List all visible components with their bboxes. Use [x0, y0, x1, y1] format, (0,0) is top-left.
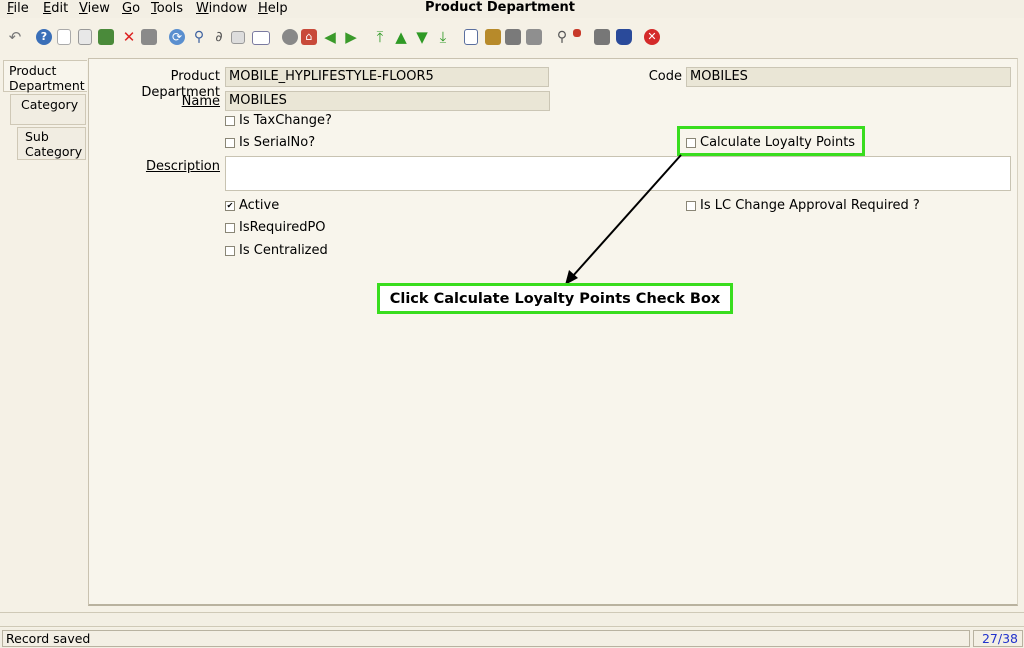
status-message: Record saved	[2, 630, 970, 647]
record-counter[interactable]: 27/38	[973, 630, 1023, 647]
horizontal-strip	[0, 612, 1024, 627]
annotation-arrow-line	[571, 154, 682, 278]
annotation-arrow	[565, 154, 682, 285]
annotation-callout: Click Calculate Loyalty Points Check Box	[377, 283, 733, 314]
